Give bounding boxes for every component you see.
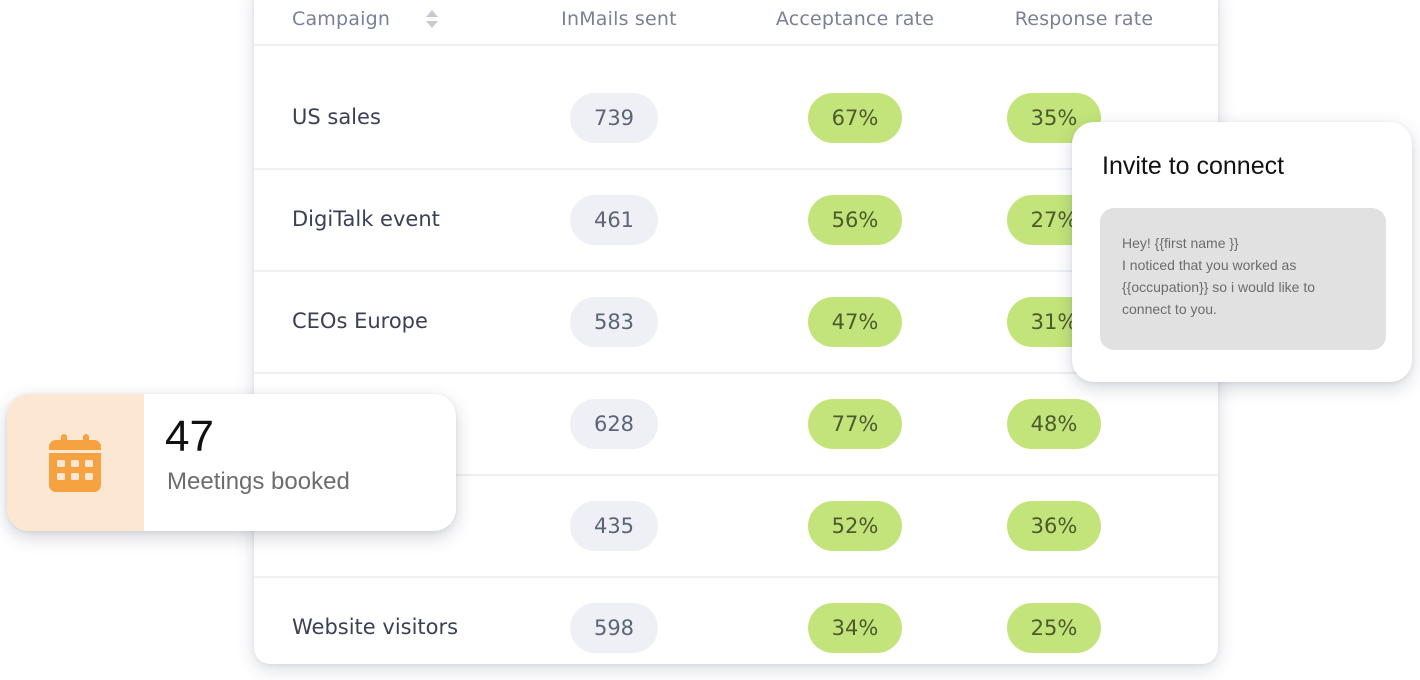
column-header-acceptance: Acceptance rate (775, 8, 935, 30)
acceptance-rate-badge: 47% (808, 297, 902, 347)
invite-to-connect-card: Invite to connect Hey! {{first name }} I… (1072, 122, 1412, 382)
calendar-icon (49, 434, 101, 492)
meetings-label: Meetings booked (167, 468, 350, 495)
invite-message-line: Hey! {{first name }} (1122, 235, 1239, 251)
response-rate-badge: 25% (1007, 603, 1101, 653)
acceptance-rate-badge: 52% (808, 501, 902, 551)
invite-message-line: {{occupation}} so i would like to (1122, 279, 1316, 295)
campaign-name: CEOs Europe (292, 309, 428, 333)
table-row[interactable]: Website visitors 598 34% 25% (254, 576, 1218, 664)
invite-message-box[interactable]: Hey! {{first name }} I noticed that you … (1100, 208, 1386, 350)
acceptance-rate-badge: 67% (808, 93, 902, 143)
invite-message-line: connect to you. (1122, 301, 1217, 317)
inmails-sent-badge: 598 (570, 603, 658, 653)
inmails-sent-badge: 739 (570, 93, 658, 143)
column-header-campaign[interactable]: Campaign (292, 0, 390, 38)
acceptance-rate-badge: 34% (808, 603, 902, 653)
invite-message-line: I noticed that you worked as (1122, 257, 1297, 273)
acceptance-rate-badge: 77% (808, 399, 902, 449)
meetings-count: 47 (165, 412, 214, 461)
inmails-sent-badge: 435 (570, 501, 658, 551)
column-header-campaign-label: Campaign (292, 8, 391, 30)
inmails-sent-badge: 628 (570, 399, 658, 449)
calendar-icon-tile (7, 394, 144, 531)
table-header: Campaign InMails sent Acceptance rate Re… (254, 0, 1218, 46)
response-rate-badge: 48% (1007, 399, 1101, 449)
column-header-response: Response rate (1014, 8, 1154, 30)
column-header-inmails: InMails sent (561, 8, 677, 30)
sort-icon[interactable] (424, 8, 440, 30)
acceptance-rate-badge: 56% (808, 195, 902, 245)
meetings-booked-card: 47 Meetings booked (7, 394, 456, 531)
stage: Campaign InMails sent Acceptance rate Re… (0, 0, 1420, 680)
invite-title: Invite to connect (1102, 152, 1285, 180)
response-rate-badge: 36% (1007, 501, 1101, 551)
inmails-sent-badge: 583 (570, 297, 658, 347)
campaign-name: Website visitors (292, 615, 459, 639)
campaign-name: US sales (292, 105, 381, 129)
inmails-sent-badge: 461 (570, 195, 658, 245)
campaign-name: DigiTalk event (292, 207, 440, 231)
